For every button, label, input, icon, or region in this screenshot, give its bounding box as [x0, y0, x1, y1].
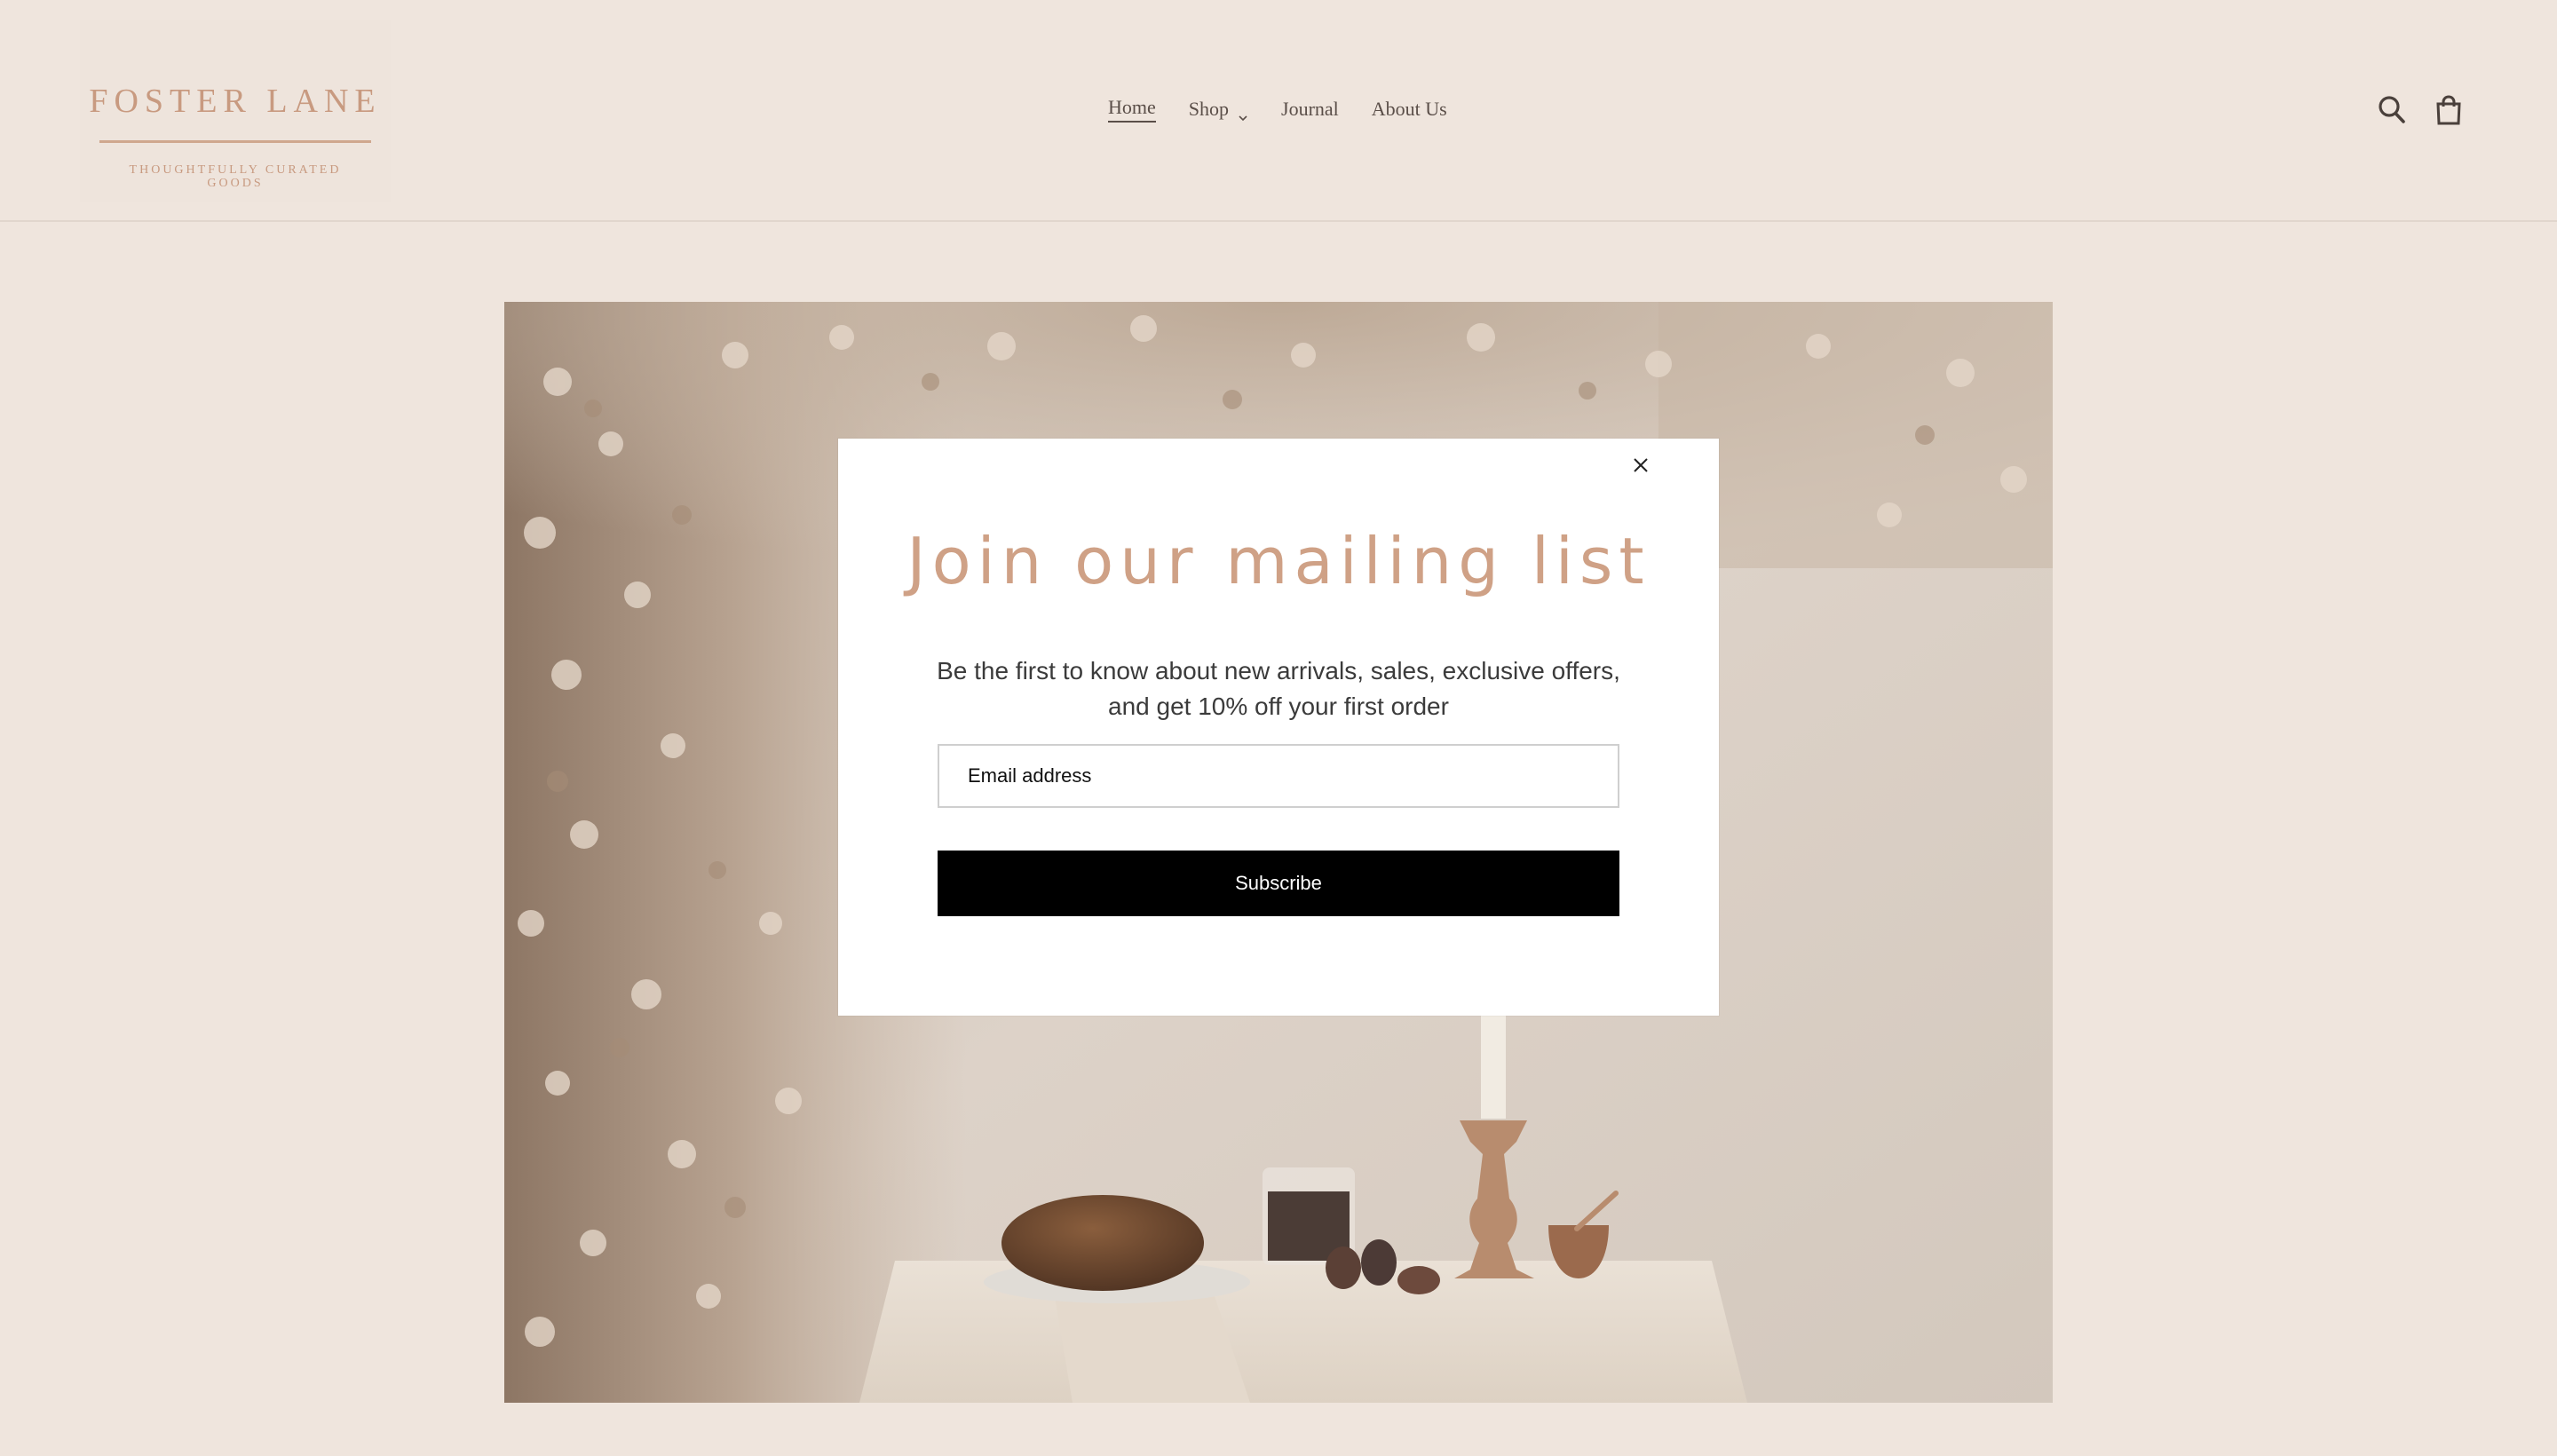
site-header: FOSTER LANE THOUGHTFULLY CURATED GOODS H… — [0, 0, 2557, 222]
subscribe-button[interactable]: Subscribe — [938, 851, 1619, 916]
nav-item-about-us[interactable]: About Us — [1372, 98, 1447, 121]
cart-icon[interactable] — [2433, 92, 2465, 128]
nav-item-label: Home — [1108, 96, 1156, 123]
nav-item-shop[interactable]: Shop — [1188, 98, 1248, 122]
email-field[interactable] — [938, 744, 1619, 808]
header-icons — [2376, 92, 2490, 128]
nav-item-label: Shop — [1188, 98, 1230, 120]
popup-title: Join our mailing list — [906, 524, 1651, 598]
nav-item-journal[interactable]: Journal — [1281, 98, 1339, 121]
logo-title: FOSTER LANE — [89, 83, 382, 120]
mailing-list-popup: Join our mailing list Be the first to kn… — [838, 439, 1719, 1016]
nav-item-label: Journal — [1281, 98, 1339, 120]
close-icon — [1634, 458, 1648, 472]
nav-item-home[interactable]: Home — [1108, 96, 1156, 123]
logo-tagline: THOUGHTFULLY CURATED GOODS — [129, 163, 342, 190]
logo-divider — [99, 140, 371, 143]
close-button[interactable] — [1623, 447, 1658, 483]
chevron-down-icon — [1238, 105, 1248, 122]
main-nav: Home Shop Journal About Us — [1108, 96, 1480, 123]
search-icon[interactable] — [2376, 92, 2408, 128]
logo[interactable]: FOSTER LANE THOUGHTFULLY CURATED GOODS — [80, 20, 391, 202]
nav-item-label: About Us — [1371, 98, 1447, 120]
popup-description: Be the first to know about new arrivals,… — [937, 657, 1620, 720]
